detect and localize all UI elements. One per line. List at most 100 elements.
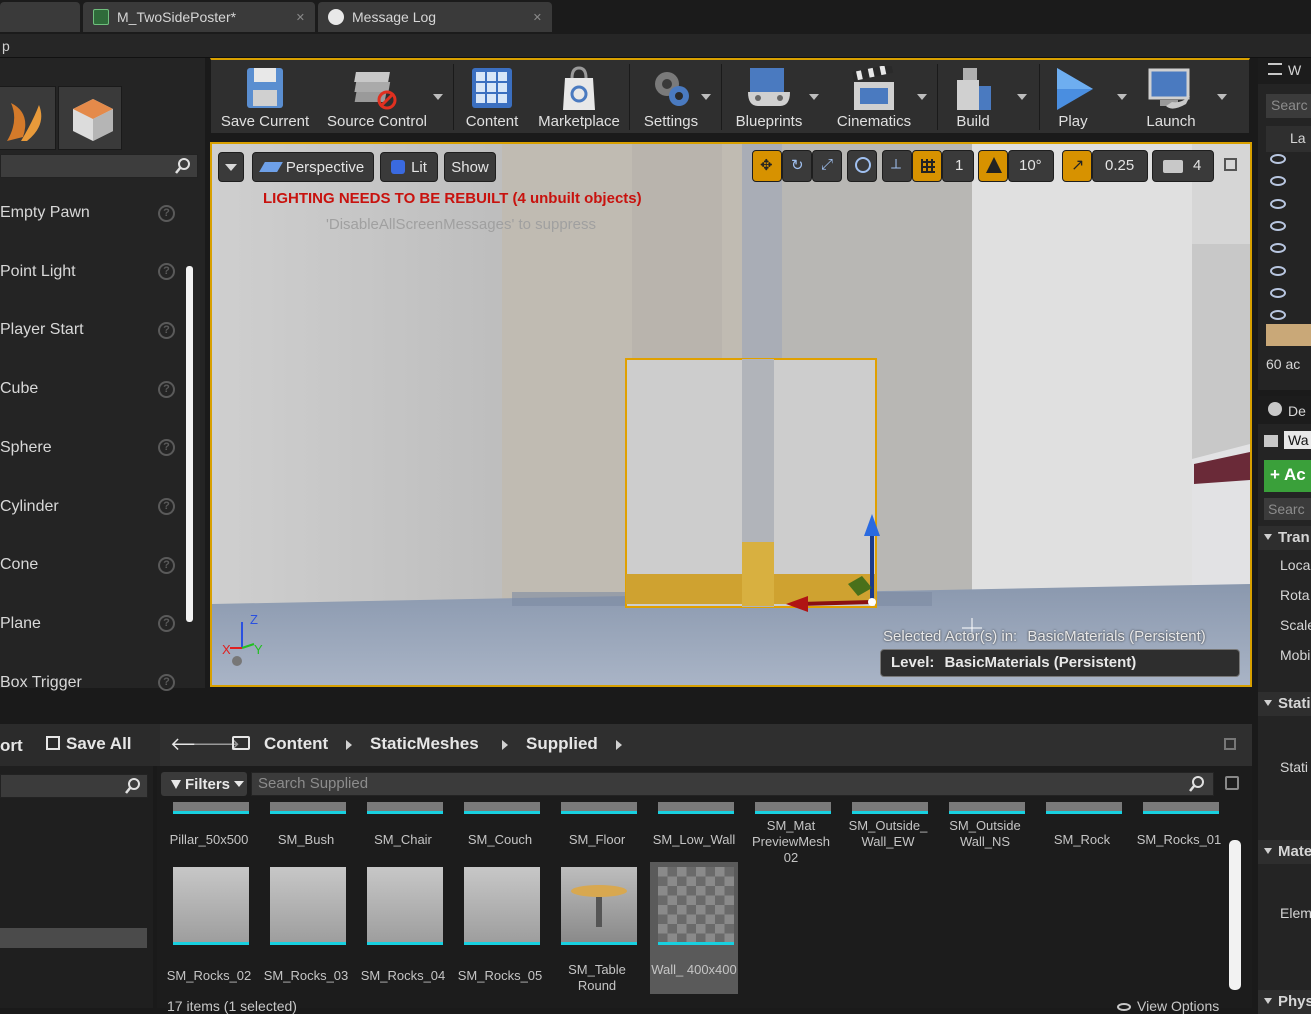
visibility-eye-icon[interactable] [1270,176,1286,187]
save-search-icon[interactable] [1225,776,1239,790]
rotate-mode-button[interactable]: ↻ [782,150,812,182]
visibility-eye-icon[interactable] [1270,154,1286,164]
lit-mode-button[interactable]: Lit [380,152,438,182]
rotation-snap-dropdown[interactable]: 10° [1008,150,1054,182]
tab-material-editor[interactable]: M_TwoSidePoster* ✕ [83,2,315,32]
help-icon[interactable]: ? [158,674,175,692]
help-icon[interactable]: ? [158,321,175,339]
asset-tile[interactable]: SM_Rocks_03 [262,862,350,994]
save-current-button[interactable]: Save Current [215,60,315,134]
help-icon[interactable]: ? [158,556,175,574]
visibility-eye-icon[interactable] [1270,287,1286,298]
help-icon[interactable]: ? [158,263,175,281]
place-item-sphere[interactable]: Sphere? [0,419,185,477]
place-item-cone[interactable]: Cone? [0,536,185,594]
save-all-button[interactable]: Save All [46,734,132,758]
outliner-search-input[interactable]: Searc [1266,94,1311,118]
surface-snap-button[interactable]: ⟂ [882,150,912,182]
details-search-input[interactable]: Searc [1264,498,1311,520]
help-icon[interactable]: ? [158,439,175,457]
details-section-header[interactable]: Mate [1258,840,1311,864]
asset-search-input[interactable]: Search Supplied [251,772,1214,796]
close-icon[interactable]: ✕ [533,11,542,24]
breadcrumb-separator-icon[interactable] [502,740,508,750]
asset-tile[interactable]: SM_Outside_ Wall_EW [844,802,932,872]
world-local-toggle[interactable] [847,150,877,182]
rotation-snap-toggle[interactable] [978,150,1008,182]
details-section-header[interactable]: Stati [1258,692,1311,716]
asset-view-scrollbar[interactable] [1229,840,1241,990]
breadcrumb-separator-icon[interactable] [346,740,352,750]
asset-tile[interactable]: SM_Rocks_02 [165,862,253,994]
breadcrumb-separator-icon[interactable] [616,740,622,750]
scale-mode-button[interactable]: ⤢ [812,150,842,182]
translate-mode-button[interactable]: ✥ [752,150,782,182]
selected-folder-row[interactable] [0,928,147,948]
scale-snap-toggle[interactable]: ↗ [1062,150,1092,182]
menu-item-help[interactable]: p [2,38,10,54]
asset-tile[interactable]: SM_Rock [1038,802,1126,872]
asset-tile[interactable]: SM_Table Round [553,862,641,994]
filters-button[interactable]: Filters [161,772,247,796]
asset-tile[interactable]: SM_Rocks_05 [456,862,544,994]
help-icon[interactable]: ? [158,615,175,633]
launch-dropdown[interactable] [1217,94,1227,100]
maximize-viewport-icon[interactable] [1224,158,1237,171]
place-item-plane[interactable]: Plane? [0,595,185,653]
source-control-button[interactable]: Source Control [319,60,435,134]
visibility-eye-icon[interactable] [1270,198,1286,209]
help-icon[interactable]: ? [158,204,175,222]
blueprints-dropdown[interactable] [809,94,819,100]
tab-message-log[interactable]: Message Log ✕ [318,2,552,32]
visibility-eye-icon[interactable] [1270,220,1286,231]
play-dropdown[interactable] [1117,94,1127,100]
perspective-button[interactable]: Perspective [252,152,374,182]
level-viewport[interactable]: Perspective Lit Show ✥ ↻ ⤢ ⟂ 1 10° ↗ 0.2… [210,142,1252,687]
settings-button[interactable]: Settings [633,60,709,134]
folder-search-input[interactable] [0,774,148,798]
content-button[interactable]: Content [457,60,527,134]
asset-tile[interactable]: SM_Rocks_04 [359,862,447,994]
settings-dropdown[interactable] [701,94,711,100]
geometry-mode-button[interactable] [58,86,122,150]
place-item-cube[interactable]: Cube? [0,360,185,418]
source-control-dropdown[interactable] [433,94,443,100]
place-item-point-light[interactable]: Point Light? [0,243,185,301]
scale-snap-dropdown[interactable]: 0.25 [1092,150,1148,182]
place-item-empty-pawn[interactable]: Empty Pawn? [0,184,185,242]
details-section-header[interactable]: Phys [1258,990,1311,1014]
cinematics-dropdown[interactable] [917,94,927,100]
tab-previous[interactable] [0,2,80,32]
details-section-header[interactable]: Tran [1258,526,1311,550]
cinematics-button[interactable]: Cinematics [829,60,919,134]
grid-snap-toggle[interactable] [912,150,942,182]
breadcrumb-supplied[interactable]: Supplied [526,734,598,754]
close-icon[interactable]: ✕ [296,11,305,24]
foliage-mode-button[interactable] [0,86,56,150]
camera-speed-button[interactable]: 4 [1152,150,1214,182]
play-button[interactable]: Play [1043,60,1103,134]
visibility-eye-icon[interactable] [1270,243,1286,254]
breadcrumb-staticmeshes[interactable]: StaticMeshes [370,734,479,754]
marketplace-button[interactable]: Marketplace [531,60,627,134]
launch-button[interactable]: Launch [1135,60,1207,134]
grid-size-dropdown[interactable]: 1 [942,150,974,182]
viewport-options-button[interactable] [218,152,244,182]
breadcrumb-content[interactable]: Content [264,734,328,754]
show-button[interactable]: Show [444,152,496,182]
asset-tile[interactable]: SM_Rocks_01 [1135,802,1223,872]
visibility-eye-icon[interactable] [1270,310,1286,321]
visibility-eye-icon[interactable] [1270,265,1286,276]
asset-tile-selected[interactable]: Wall_ 400x400 [650,862,738,994]
asset-tile[interactable]: SM_Outside Wall_NS [941,802,1029,872]
outliner-column-header[interactable]: La [1266,126,1311,152]
help-icon[interactable]: ? [158,380,175,398]
asset-tile[interactable]: SM_Mat PreviewMesh 02 [747,802,835,872]
build-button[interactable]: Build [941,60,1005,134]
place-item-cylinder[interactable]: Cylinder? [0,478,185,536]
place-item-player-start[interactable]: Player Start? [0,301,185,359]
world-outliner-tab[interactable]: W [1258,58,1311,84]
lock-icon[interactable] [1224,738,1236,750]
help-icon[interactable]: ? [158,498,175,515]
import-button[interactable]: ort [0,736,23,756]
